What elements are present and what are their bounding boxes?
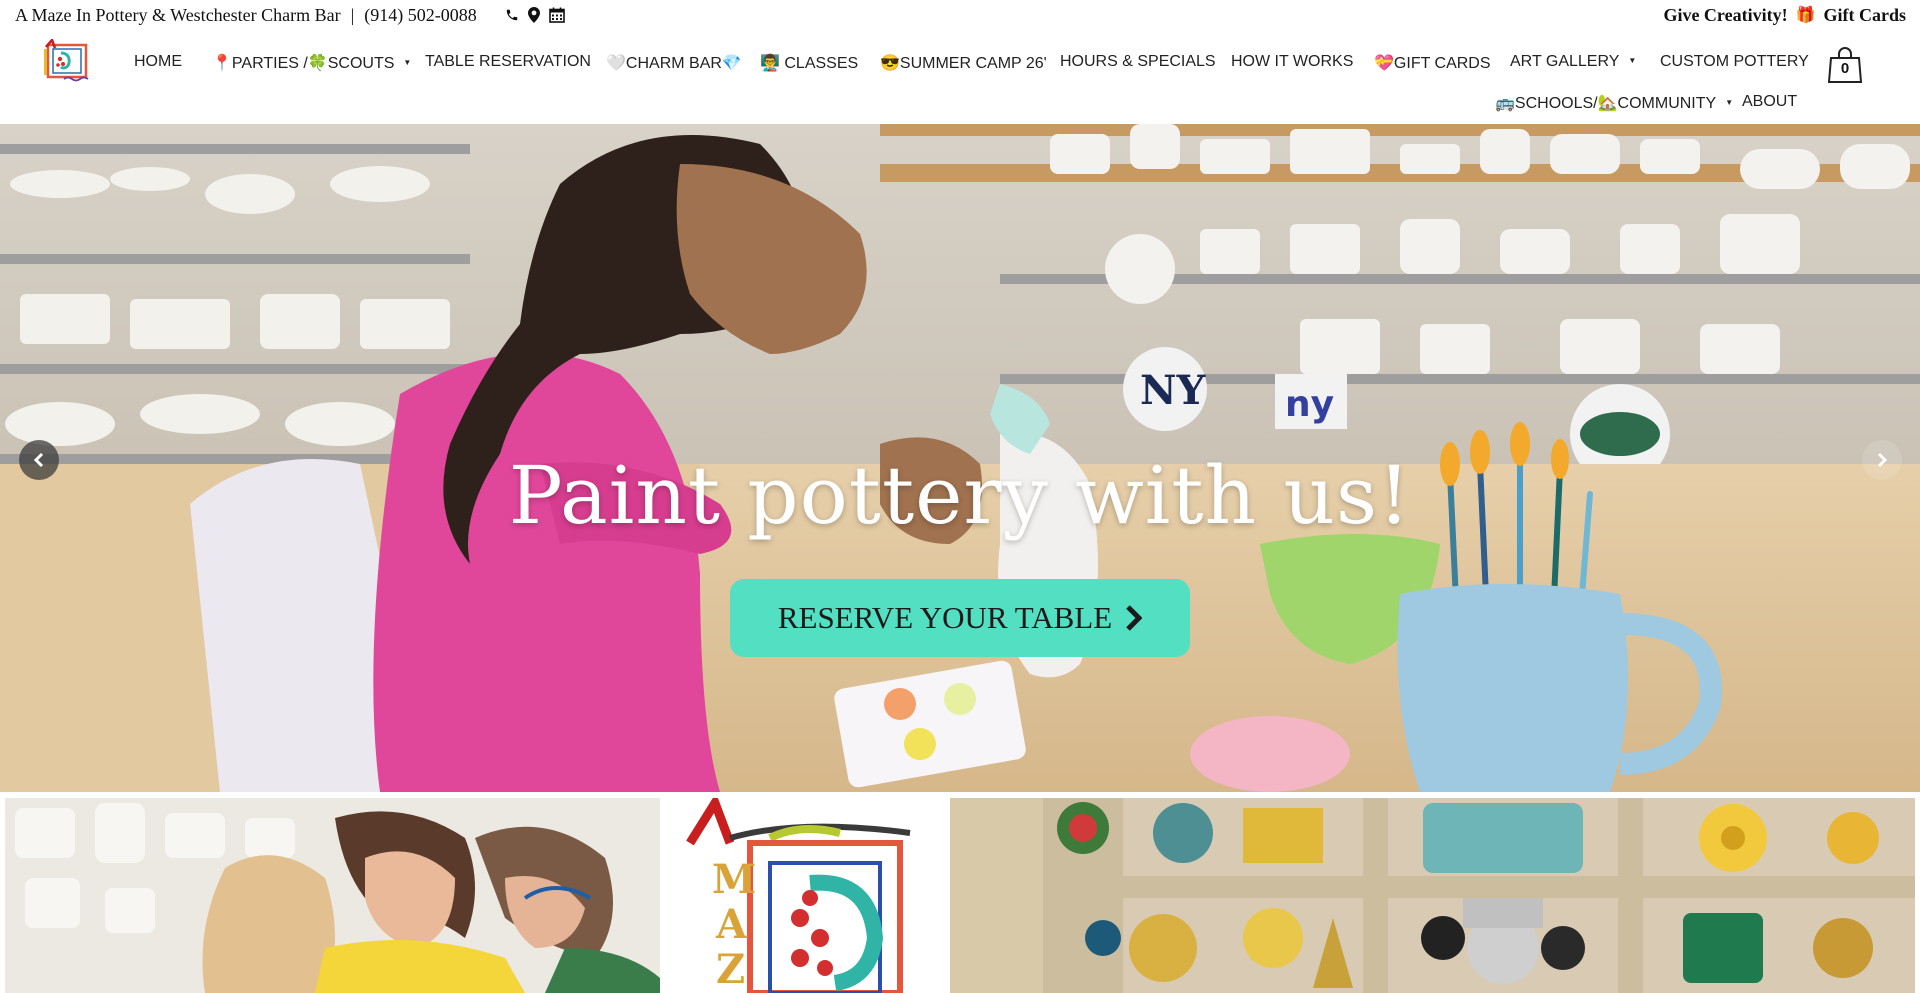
nav-how-it-works[interactable]: HOW IT WORKS — [1231, 53, 1353, 71]
nav-charm-bar[interactable]: 🤍CHARM BAR💎 — [606, 53, 742, 73]
gift-cards-link[interactable]: Gift Cards — [1824, 5, 1907, 26]
slider-next-button[interactable] — [1862, 440, 1902, 480]
contact-icons — [505, 7, 565, 23]
tile-a-maze-logo-image[interactable]: MAZ — [660, 798, 1060, 993]
nav-art-gallery-label: ART GALLERY — [1510, 53, 1620, 70]
svg-text:Z: Z — [716, 946, 745, 993]
nav-home[interactable]: HOME — [134, 53, 182, 71]
nav-custom-pottery[interactable]: CUSTOM POTTERY — [1660, 53, 1809, 71]
chevron-down-icon: ▼ — [1725, 98, 1734, 108]
tile-pottery-painting-image[interactable] — [5, 798, 660, 993]
gift-icon: 🎁 — [1795, 7, 1816, 24]
hero-slider: NY ny Paint pottery with us! RESERVE YOU… — [0, 124, 1920, 792]
phone-icon[interactable] — [505, 8, 519, 22]
nav-hours-specials[interactable]: HOURS & SPECIALS — [1060, 53, 1216, 71]
svg-text:M: M — [712, 856, 756, 903]
nav-art-gallery[interactable]: ART GALLERY ▼ — [1510, 53, 1636, 71]
hero-title: Paint pottery with us! — [508, 449, 1412, 542]
cart-button[interactable]: 0 — [1827, 46, 1863, 84]
nav-gift-cards[interactable]: 💝GIFT CARDS — [1374, 53, 1491, 73]
top-info-left: A Maze In Pottery & Westchester Charm Ba… — [0, 5, 565, 26]
top-info-bar: A Maze In Pottery & Westchester Charm Ba… — [0, 0, 1920, 30]
svg-text:NY: NY — [1140, 367, 1206, 414]
map-pin-icon[interactable] — [527, 7, 540, 23]
reserve-table-button[interactable]: RESERVE YOUR TABLE — [730, 579, 1190, 657]
nav-parties-scouts-label: 📍PARTIES /🍀SCOUTS — [212, 55, 395, 72]
nav-about[interactable]: ABOUT — [1742, 93, 1797, 111]
chevron-down-icon: ▼ — [403, 58, 412, 68]
top-info-right: Give Creativity! 🎁 Gift Cards — [1663, 5, 1920, 26]
reserve-table-label: RESERVE YOUR TABLE — [777, 600, 1113, 635]
chevron-right-icon — [1877, 452, 1888, 468]
svg-text:A: A — [715, 901, 748, 948]
nav-summer-camp[interactable]: 😎SUMMER CAMP 26' — [880, 53, 1047, 73]
chevron-right-icon — [1126, 605, 1143, 631]
nav-schools-community[interactable]: 🚌SCHOOLS/🏡COMMUNITY ▼ — [1495, 93, 1733, 113]
phone-number[interactable]: (914) 502-0088 — [364, 5, 476, 26]
give-creativity-text: Give Creativity! — [1663, 4, 1788, 25]
feature-tiles: MAZ — [0, 792, 1920, 993]
chevron-left-icon — [33, 452, 44, 468]
nav-parties-scouts[interactable]: 📍PARTIES /🍀SCOUTS ▼ — [212, 53, 411, 73]
separator: | — [350, 4, 355, 25]
chevron-down-icon: ▼ — [1628, 56, 1637, 66]
slider-prev-button[interactable] — [19, 440, 59, 480]
tile-charm-bar-image[interactable] — [1043, 798, 1915, 993]
nav-classes[interactable]: 👨‍🏫 CLASSES — [760, 53, 858, 73]
svg-text:ny: ny — [1285, 384, 1334, 425]
business-name: A Maze In Pottery & Westchester Charm Ba… — [15, 4, 341, 25]
nav-schools-community-label: 🚌SCHOOLS/🏡COMMUNITY — [1495, 95, 1717, 112]
site-logo[interactable] — [44, 37, 96, 87]
cart-count: 0 — [1840, 60, 1850, 77]
calendar-icon[interactable] — [548, 7, 565, 23]
main-navbar: HOME 📍PARTIES /🍀SCOUTS ▼ TABLE RESERVATIO… — [0, 30, 1920, 125]
nav-table-reservation[interactable]: TABLE RESERVATION — [425, 53, 591, 71]
